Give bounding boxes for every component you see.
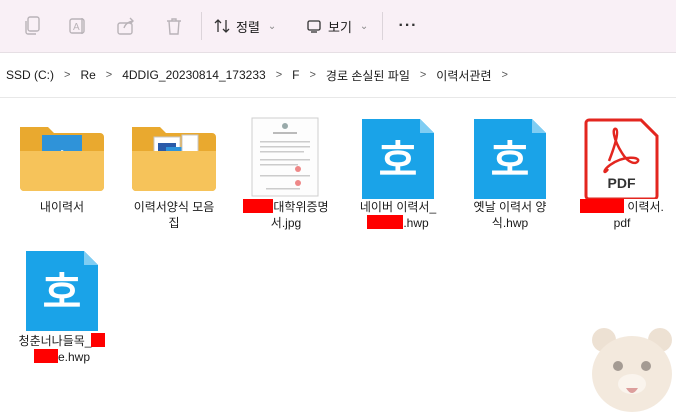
breadcrumb-item[interactable]: SSD (C:) — [6, 68, 54, 82]
file-name: 청춘너나들목_ — [12, 333, 112, 349]
breadcrumb-item[interactable]: Re — [80, 68, 95, 82]
pdf-file-icon: PDF — [572, 113, 672, 201]
chevron-right-icon: > — [501, 69, 508, 81]
sort-button[interactable]: 정렬 ⌄ — [214, 12, 284, 40]
hwp-glyph: 호 — [378, 136, 418, 185]
file-name-line2: 집 — [168, 216, 180, 230]
share-icon — [117, 17, 134, 35]
file-name: 내이력서 — [39, 200, 85, 214]
sort-label: 정렬 — [236, 19, 260, 35]
sort-icon — [214, 19, 230, 33]
address-bar[interactable]: SSD (C:) > Re > 4DDIG_20230814_173233 > … — [0, 53, 676, 98]
view-icon — [307, 20, 321, 33]
redaction-mark — [33, 349, 58, 363]
hwp-file-icon: 호 — [12, 247, 112, 333]
file-name-line2: .hwp — [348, 215, 448, 231]
file-item-folder[interactable]: 이력서양식 모음 집 — [124, 113, 224, 231]
file-name: 네이버 이력서_ — [359, 200, 437, 214]
rename-icon: A — [69, 18, 85, 34]
hwp-file-icon: 호 — [460, 113, 560, 199]
file-item-pdf[interactable]: PDF 이력서. pdf — [572, 113, 672, 231]
file-name-line2: 식.hwp — [491, 216, 529, 230]
file-name: 이력서양식 모음 — [133, 200, 215, 214]
file-item-hwp[interactable]: 호 네이버 이력서_ .hwp — [348, 113, 448, 231]
copy-icon — [25, 16, 40, 35]
breadcrumb-item[interactable]: F — [292, 68, 299, 82]
breadcrumb-item[interactable]: 경로 손실된 파일 — [326, 67, 410, 84]
folder-icon: ㅎ — [12, 113, 112, 199]
file-item-jpg[interactable]: 대학위증명 서.jpg — [236, 113, 336, 231]
chevron-right-icon: > — [105, 69, 113, 81]
file-item-hwp[interactable]: 호 옛날 이력서 양 식.hwp — [460, 113, 560, 231]
redaction-mark — [91, 333, 106, 347]
file-name: 대학위증명 — [236, 199, 336, 215]
redaction-mark — [580, 199, 625, 213]
share-button[interactable] — [114, 12, 138, 40]
file-name-line2: 서.jpg — [270, 216, 302, 230]
toolbar-divider — [201, 12, 202, 40]
hwp-glyph: 호 — [490, 136, 530, 185]
folder-icon — [124, 113, 224, 199]
chevron-right-icon: > — [309, 69, 316, 81]
file-name: 이력서. — [572, 199, 672, 215]
hwp-glyph: 호 — [42, 268, 82, 317]
view-button[interactable]: 보기 ⌄ — [306, 12, 372, 40]
file-name: 옛날 이력서 양 — [473, 200, 547, 214]
chevron-right-icon: > — [64, 69, 71, 81]
svg-text:A: A — [73, 22, 80, 33]
file-name-line2: e.hwp — [12, 349, 112, 365]
breadcrumb-item[interactable]: 이력서관련 — [436, 67, 491, 84]
file-item-folder[interactable]: ㅎ 내이력서 — [12, 113, 112, 215]
bear-watermark-icon — [588, 318, 676, 418]
redaction-mark — [243, 199, 274, 213]
file-name-line2: pdf — [613, 216, 631, 230]
copy-button[interactable] — [20, 12, 44, 40]
chevron-down-icon: ⌄ — [267, 20, 277, 32]
view-label: 보기 — [328, 19, 352, 35]
more-options-button[interactable]: ··· — [394, 12, 422, 40]
pdf-label: PDF — [607, 175, 636, 191]
breadcrumb-item[interactable]: 4DDIG_20230814_173233 — [122, 68, 265, 82]
image-thumbnail — [236, 113, 336, 199]
chevron-right-icon: > — [419, 69, 427, 81]
rename-button[interactable]: A — [66, 12, 90, 40]
toolbar-divider — [382, 12, 383, 40]
trash-icon — [167, 18, 181, 35]
delete-button[interactable] — [162, 12, 186, 40]
redaction-mark — [367, 215, 404, 229]
chevron-down-icon: ⌄ — [359, 20, 369, 32]
command-bar: A 정렬 ⌄ 보기 ⌄ ··· — [0, 0, 676, 53]
breadcrumb: SSD (C:) > Re > 4DDIG_20230814_173233 > … — [6, 53, 518, 97]
chevron-right-icon: > — [275, 69, 283, 81]
hwp-file-icon: 호 — [348, 113, 448, 199]
file-item-hwp[interactable]: 호 청춘너나들목_ e.hwp — [12, 247, 112, 365]
